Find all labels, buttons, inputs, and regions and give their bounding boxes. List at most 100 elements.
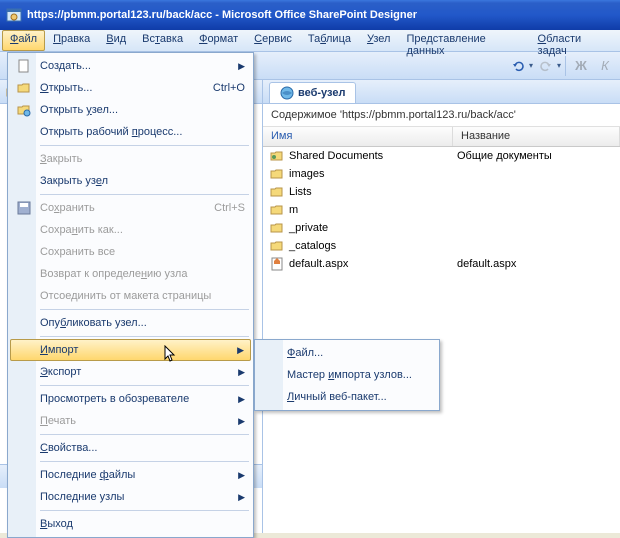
menu-узел[interactable]: Узел bbox=[359, 30, 398, 51]
menu-item[interactable]: Импорт▶ bbox=[10, 339, 251, 361]
menu-item-label: Просмотреть в обозревателе bbox=[40, 393, 238, 405]
col-title[interactable]: Название bbox=[453, 127, 620, 146]
menu-item[interactable]: Открыть...Ctrl+O bbox=[10, 77, 251, 99]
menu-item-label: Последние файлы bbox=[40, 469, 238, 481]
file-row[interactable]: _catalogs bbox=[263, 237, 620, 255]
globe-icon bbox=[280, 86, 294, 100]
right-pane: веб-узел Содержимое 'https://pbmm.portal… bbox=[263, 80, 620, 533]
submenu-item-label: Файл... bbox=[287, 347, 323, 359]
menu-item-label: Закрыть bbox=[40, 153, 251, 165]
path-bar: Содержимое 'https://pbmm.portal123.ru/ba… bbox=[263, 104, 620, 127]
menu-item-label: Опубликовать узел... bbox=[40, 317, 251, 329]
menu-item-icon bbox=[14, 440, 34, 456]
menu-item[interactable]: Открыть рабочий процесс... bbox=[10, 121, 251, 143]
menu-item[interactable]: Открыть узел... bbox=[10, 99, 251, 121]
italic-button[interactable]: К bbox=[594, 55, 616, 77]
submenu-arrow-icon: ▶ bbox=[237, 345, 244, 356]
menu-item[interactable]: Последние файлы▶ bbox=[10, 464, 251, 486]
menu-item-label: Сохранить все bbox=[40, 246, 251, 258]
menu-item-label: Последние узлы bbox=[40, 491, 238, 503]
menu-item-label: Возврат к определению узла bbox=[40, 268, 251, 280]
menu-item[interactable]: Последние узлы▶ bbox=[10, 486, 251, 508]
menu-вид[interactable]: Вид bbox=[98, 30, 134, 51]
menu-item-label: Закрыть узел bbox=[40, 175, 251, 187]
menu-item-icon bbox=[14, 288, 34, 304]
menu-файл[interactable]: Файл bbox=[2, 30, 45, 51]
menu-item-icon bbox=[14, 467, 34, 483]
menu-item-label: Создать... bbox=[40, 60, 238, 72]
folder-icon bbox=[269, 166, 285, 182]
submenu-arrow-icon: ▶ bbox=[238, 367, 245, 378]
submenu-item[interactable]: Мастер импорта узлов... bbox=[257, 364, 437, 386]
menu-сервис[interactable]: Сервис bbox=[246, 30, 300, 51]
menu-item-icon bbox=[14, 516, 34, 532]
tab-strip: веб-узел bbox=[263, 80, 620, 104]
file-row[interactable]: images bbox=[263, 165, 620, 183]
menu-separator bbox=[40, 385, 249, 386]
menu-item-shortcut: Ctrl+S bbox=[214, 202, 245, 214]
menu-item-shortcut: Ctrl+O bbox=[213, 82, 245, 94]
file-row[interactable]: Shared DocumentsОбщие документы bbox=[263, 147, 620, 165]
submenu-arrow-icon: ▶ bbox=[238, 416, 245, 427]
menu-item[interactable]: Экспорт▶ bbox=[10, 361, 251, 383]
tab-website[interactable]: веб-узел bbox=[269, 82, 356, 103]
menu-item[interactable]: Просмотреть в обозревателе▶ bbox=[10, 388, 251, 410]
menu-item-icon bbox=[14, 80, 34, 96]
file-name: Lists bbox=[289, 186, 457, 198]
menu-separator bbox=[40, 194, 249, 195]
menu-item-icon bbox=[14, 102, 34, 118]
file-name: _private bbox=[289, 222, 457, 234]
menu-item-label: Открыть рабочий процесс... bbox=[40, 126, 251, 138]
menu-item-label: Сохранить как... bbox=[40, 224, 251, 236]
menu-правка[interactable]: Правка bbox=[45, 30, 98, 51]
menu-item: СохранитьCtrl+S bbox=[10, 197, 251, 219]
menu-separator bbox=[40, 510, 249, 511]
menu-таблица[interactable]: Таблица bbox=[300, 30, 359, 51]
file-row[interactable]: _private bbox=[263, 219, 620, 237]
menu-вставка[interactable]: Вставка bbox=[134, 30, 191, 51]
menu-separator bbox=[40, 145, 249, 146]
file-name: Shared Documents bbox=[289, 150, 457, 162]
submenu-item[interactable]: Личный веб-пакет... bbox=[257, 386, 437, 408]
menu-item-label: Открыть... bbox=[40, 82, 213, 94]
file-row[interactable]: Lists bbox=[263, 183, 620, 201]
menu-item: Возврат к определению узла bbox=[10, 263, 251, 285]
menu-item[interactable]: Закрыть узел bbox=[10, 170, 251, 192]
submenu-item-label: Личный веб-пакет... bbox=[287, 391, 387, 403]
menu-item-icon bbox=[14, 244, 34, 260]
menu-item-label: Импорт bbox=[40, 344, 237, 356]
menu-item[interactable]: Свойства... bbox=[10, 437, 251, 459]
menu-item[interactable]: Создать...▶ bbox=[10, 55, 251, 77]
menu-item-icon bbox=[14, 413, 34, 429]
menu-separator bbox=[40, 336, 249, 337]
menu-item: Отсоединить от макета страницы bbox=[10, 285, 251, 307]
menu-item-label: Отсоединить от макета страницы bbox=[40, 290, 251, 302]
menu-формат[interactable]: Формат bbox=[191, 30, 246, 51]
col-name[interactable]: Имя bbox=[263, 127, 453, 146]
file-title: default.aspx bbox=[457, 258, 516, 270]
menu-item-icon bbox=[14, 222, 34, 238]
menu-item-icon bbox=[14, 342, 34, 358]
undo-button[interactable] bbox=[507, 55, 529, 77]
list-header: Имя Название bbox=[263, 127, 620, 147]
menu-item-label: Открыть узел... bbox=[40, 104, 251, 116]
menu-item-icon bbox=[14, 124, 34, 140]
menu-item-icon bbox=[14, 200, 34, 216]
folder-sp-icon bbox=[269, 148, 285, 164]
menu-item[interactable]: Опубликовать узел... bbox=[10, 312, 251, 334]
redo-button[interactable] bbox=[535, 55, 557, 77]
menu-separator bbox=[40, 309, 249, 310]
menu-item-label: Сохранить bbox=[40, 202, 214, 214]
submenu-arrow-icon: ▶ bbox=[238, 470, 245, 481]
menu-item[interactable]: Выход bbox=[10, 513, 251, 535]
file-row[interactable]: default.aspxdefault.aspx bbox=[263, 255, 620, 273]
menu-item-label: Выход bbox=[40, 518, 251, 530]
folder-icon bbox=[269, 220, 285, 236]
file-row[interactable]: m bbox=[263, 201, 620, 219]
submenu-item-label: Мастер импорта узлов... bbox=[287, 369, 412, 381]
menu-представление данных[interactable]: Представление данных bbox=[398, 30, 529, 51]
bold-button[interactable]: Ж bbox=[570, 55, 592, 77]
menu-области задач[interactable]: Области задач bbox=[530, 30, 618, 51]
submenu-item[interactable]: Файл... bbox=[257, 342, 437, 364]
file-menu-dropdown: Создать...▶Открыть...Ctrl+OОткрыть узел.… bbox=[7, 52, 254, 538]
